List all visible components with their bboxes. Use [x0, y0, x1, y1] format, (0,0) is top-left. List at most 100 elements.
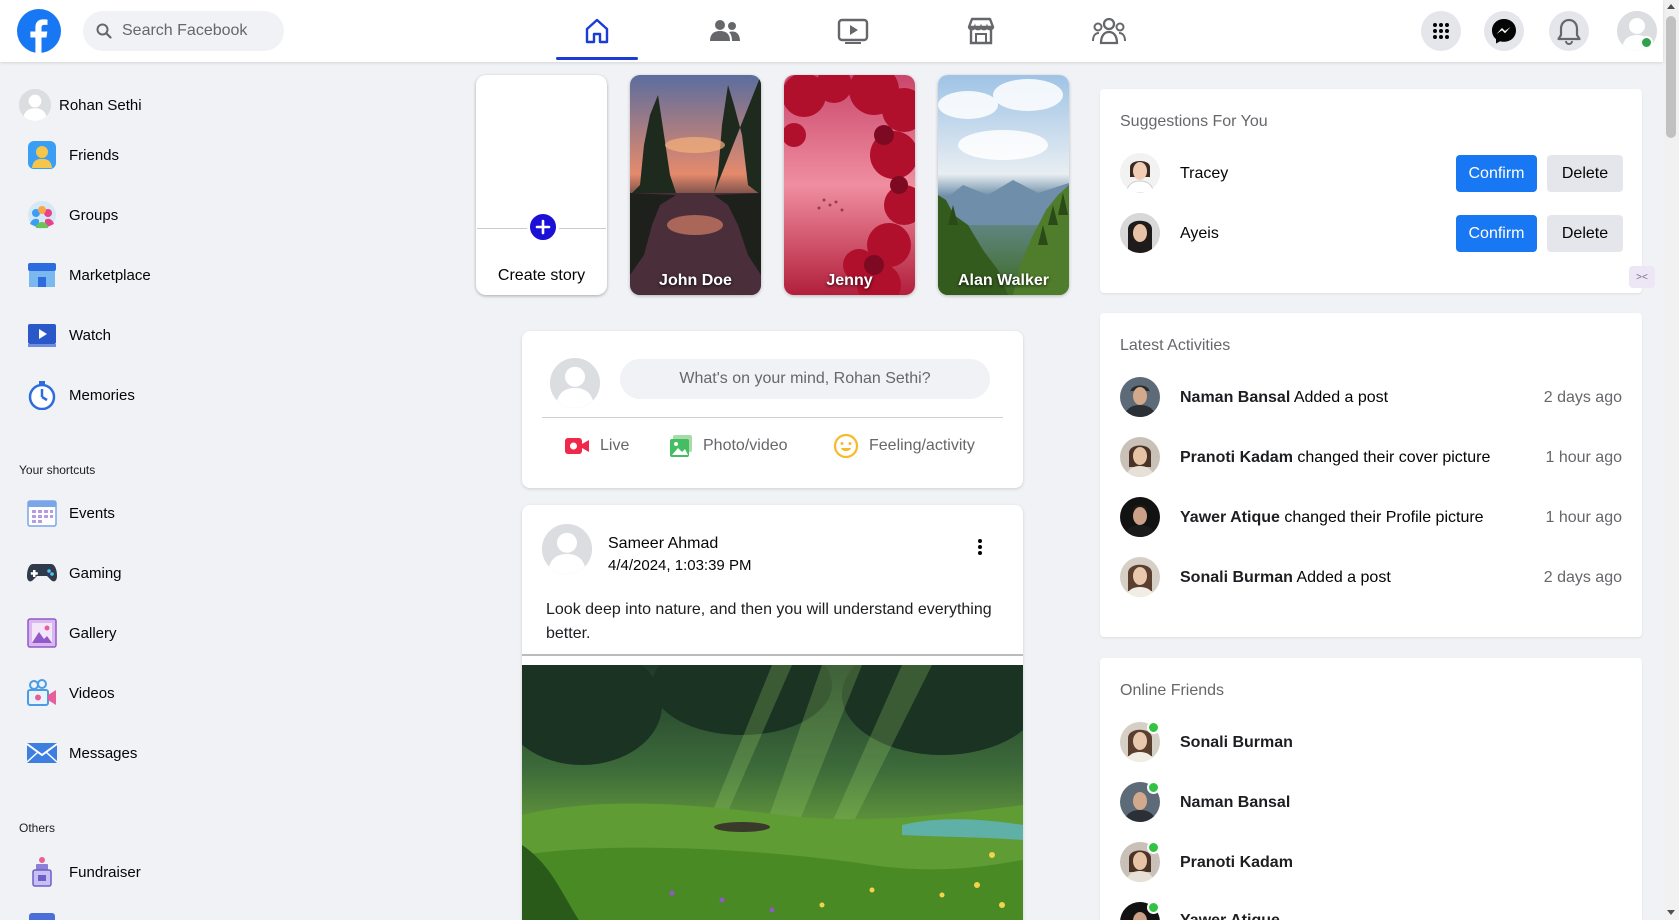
story-image	[784, 75, 915, 295]
live-video-icon	[564, 436, 590, 456]
post-timestamp: 4/4/2024, 1:03:39 PM	[608, 557, 752, 574]
sidebar-profile-name: Rohan Sethi	[59, 96, 142, 114]
feeling-activity-label: Feeling/activity	[869, 437, 975, 454]
activity-action: changed their cover picture	[1297, 449, 1491, 466]
sidebar-item-gaming[interactable]: Gaming	[26, 553, 122, 593]
friends-icon	[26, 139, 58, 171]
add-story-button[interactable]	[527, 211, 559, 243]
activity-text: Sonali Burman Added a post	[1180, 569, 1391, 587]
sidebar-item-friends[interactable]: Friends	[26, 135, 119, 175]
online-friend-name[interactable]: Pranoti Kadam	[1180, 854, 1293, 872]
avatar[interactable]	[1120, 497, 1160, 537]
suggestion-name[interactable]: Tracey	[1180, 165, 1228, 183]
activity-text: Naman Bansal Added a post	[1180, 389, 1388, 407]
sidebar-next-item-icon	[29, 913, 55, 920]
messages-icon	[26, 737, 58, 769]
collapse-panel-icon[interactable]: ><	[1629, 266, 1655, 288]
post-text: Look deep into nature, and then you will…	[546, 601, 992, 642]
sidebar-item-label: Videos	[69, 684, 115, 702]
facebook-logo-icon[interactable]	[17, 9, 61, 53]
tab-watch[interactable]	[798, 0, 908, 62]
story-author-name: Jenny	[826, 272, 873, 289]
avatar[interactable]	[1120, 213, 1160, 253]
post-author-name[interactable]: Sameer Ahmad	[608, 535, 718, 553]
online-friend-label: Yawer Atique	[1180, 912, 1280, 920]
sidebar-item-groups[interactable]: Groups	[26, 195, 118, 235]
avatar[interactable]	[1120, 557, 1160, 597]
avatar[interactable]	[1120, 377, 1160, 417]
others-heading: Others	[19, 821, 56, 835]
tab-groups[interactable]	[1054, 0, 1164, 62]
activity-time: 1 hour ago	[1545, 509, 1622, 526]
avatar[interactable]	[542, 524, 592, 574]
search-input[interactable]	[122, 22, 272, 40]
story-card[interactable]: John Doe	[630, 75, 761, 295]
feeling-activity-button[interactable]: Feeling/activity	[833, 430, 975, 462]
confirm-button[interactable]: Confirm	[1456, 215, 1537, 252]
notifications-button[interactable]	[1549, 11, 1589, 51]
tab-home[interactable]	[542, 0, 652, 62]
activity-user-name[interactable]: Sonali Burman	[1180, 569, 1293, 586]
messenger-button[interactable]	[1484, 11, 1524, 51]
sidebar-item-marketplace[interactable]: Marketplace	[26, 255, 151, 295]
sidebar-item-watch[interactable]: Watch	[26, 315, 111, 355]
delete-button[interactable]: Delete	[1547, 215, 1623, 252]
scroll-thumb[interactable]	[1666, 16, 1676, 138]
activities-panel: Latest Activities Naman Bansal Added a p…	[1100, 313, 1642, 637]
plus-icon	[535, 219, 551, 235]
page-scrollbar[interactable]	[1663, 0, 1679, 920]
delete-button[interactable]: Delete	[1547, 155, 1623, 192]
story-card[interactable]: Alan Walker	[938, 75, 1069, 295]
fundraiser-icon	[26, 856, 58, 888]
sidebar-item-memories[interactable]: Memories	[26, 375, 135, 415]
sidebar-item-gallery[interactable]: Gallery	[26, 613, 117, 653]
more-options-icon[interactable]	[970, 535, 990, 559]
sidebar-item-messages[interactable]: Messages	[26, 733, 137, 773]
online-status-dot	[1147, 901, 1160, 914]
create-story-card[interactable]: Create story	[476, 75, 607, 295]
marketplace-icon	[26, 259, 58, 291]
activity-action: changed their Profile picture	[1284, 509, 1484, 526]
avatar[interactable]	[1120, 153, 1160, 193]
live-video-button[interactable]: Live	[564, 430, 629, 462]
watch-icon	[26, 319, 58, 351]
sidebar-item-fundraiser[interactable]: Fundraiser	[26, 852, 141, 892]
confirm-button[interactable]: Confirm	[1456, 155, 1537, 192]
scroll-up-arrow-icon[interactable]	[1667, 4, 1675, 9]
online-friends-title: Online Friends	[1120, 682, 1225, 699]
story-image	[938, 75, 1069, 295]
menu-grid-button[interactable]	[1421, 11, 1461, 51]
search-box[interactable]	[83, 11, 284, 51]
home-icon	[585, 18, 609, 44]
online-friend-name[interactable]: Naman Bansal	[1180, 794, 1290, 812]
story-card[interactable]: Jenny	[784, 75, 915, 295]
sidebar-profile[interactable]: Rohan Sethi	[19, 85, 142, 125]
tab-friends[interactable]	[670, 0, 780, 62]
photo-video-button[interactable]: Photo/video	[669, 430, 788, 462]
avatar[interactable]	[1120, 437, 1160, 477]
online-friend-name[interactable]: Sonali Burman	[1180, 734, 1293, 752]
smiley-icon	[833, 433, 859, 459]
suggestions-panel: Suggestions For You Tracey Confirm Delet…	[1100, 89, 1642, 293]
composer-input[interactable]: What's on your mind, Rohan Sethi?	[620, 359, 990, 399]
search-icon	[96, 23, 112, 39]
sidebar-item-label: Gaming	[69, 564, 122, 582]
online-friend-name[interactable]: Yawer Atique	[1180, 912, 1280, 920]
tab-marketplace[interactable]	[926, 0, 1036, 62]
videos-icon	[26, 677, 58, 709]
post-image[interactable]	[522, 665, 1023, 920]
marketplace-icon	[967, 17, 995, 45]
story-image	[630, 75, 761, 295]
activity-user-name[interactable]: Yawer Atique	[1180, 509, 1280, 526]
scroll-down-arrow-icon[interactable]	[1667, 910, 1675, 915]
sidebar-item-videos[interactable]: Videos	[26, 673, 115, 713]
events-icon	[26, 497, 58, 529]
photo-video-label: Photo/video	[703, 437, 788, 454]
sidebar-item-events[interactable]: Events	[26, 493, 115, 533]
suggestion-name[interactable]: Ayeis	[1180, 225, 1219, 243]
story-author-name: Alan Walker	[958, 272, 1049, 289]
friends-icon	[710, 20, 740, 41]
activity-user-name[interactable]: Pranoti Kadam	[1180, 449, 1293, 466]
composer-divider	[542, 417, 1003, 418]
activity-user-name[interactable]: Naman Bansal	[1180, 389, 1290, 406]
